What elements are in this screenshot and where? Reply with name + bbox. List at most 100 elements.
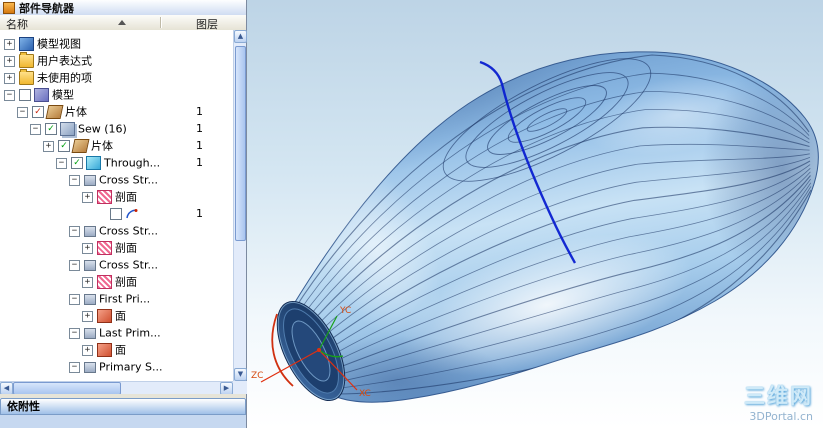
expand-toggle-icon[interactable]: + bbox=[82, 344, 93, 356]
horizontal-scrollbar[interactable]: ◀ ▶ bbox=[0, 381, 233, 395]
sort-arrow-icon bbox=[118, 20, 126, 25]
tree-item-label: Cross Str... bbox=[99, 224, 158, 238]
surface-icon bbox=[86, 156, 101, 170]
tree-row[interactable]: + ✓ 片体 1 bbox=[0, 137, 233, 154]
horizontal-scroll-track[interactable] bbox=[121, 382, 220, 394]
column-divider[interactable] bbox=[160, 17, 161, 28]
dependencies-section-header[interactable]: 依附性 bbox=[0, 398, 246, 415]
tree-row[interactable]: + 剖面 bbox=[0, 273, 233, 290]
face-icon bbox=[97, 343, 112, 357]
tree-item-label: 剖面 bbox=[115, 190, 137, 204]
expand-toggle-icon[interactable]: + bbox=[4, 38, 15, 50]
expand-toggle-icon[interactable]: + bbox=[82, 276, 93, 288]
collapse-toggle-icon[interactable]: − bbox=[69, 327, 80, 339]
scrollbar-corner bbox=[233, 381, 247, 394]
tree-item-label: 片体 bbox=[91, 139, 113, 153]
scroll-up-icon[interactable]: ▲ bbox=[234, 30, 247, 43]
tree-item-label: Primary S... bbox=[99, 360, 163, 374]
collapse-toggle-icon[interactable]: − bbox=[69, 259, 80, 271]
layer-value: 1 bbox=[196, 122, 203, 135]
model-icon bbox=[34, 88, 49, 102]
tree-row[interactable]: − 模型 bbox=[0, 86, 233, 103]
tree-row[interactable]: + 剖面 bbox=[0, 239, 233, 256]
tree-row[interactable]: − Cross Str... bbox=[0, 256, 233, 273]
tree-row[interactable]: − Primary S... bbox=[0, 358, 233, 375]
tree-row[interactable]: − ✓ 片体 1 bbox=[0, 103, 233, 120]
tree-row[interactable]: − First Pri... bbox=[0, 290, 233, 307]
collapse-toggle-icon[interactable]: − bbox=[17, 106, 28, 118]
tree-row[interactable]: − Cross Str... bbox=[0, 171, 233, 188]
tree-row[interactable]: + 模型视图 bbox=[0, 35, 233, 52]
tree-row[interactable]: + 未使用的项 bbox=[0, 69, 233, 86]
axis-label-yc: YC bbox=[339, 306, 351, 316]
tree-item-label: 模型 bbox=[52, 88, 74, 102]
visibility-checkbox[interactable]: ✓ bbox=[58, 140, 70, 152]
tree-item-label: Cross Str... bbox=[99, 173, 158, 187]
collapse-toggle-icon[interactable]: − bbox=[30, 123, 41, 135]
collapse-toggle-icon[interactable]: − bbox=[69, 293, 80, 305]
sew-icon bbox=[60, 122, 75, 136]
feature-tree[interactable]: + 模型视图 + 用户表达式 + 未使用的项 − 模型 − ✓ 片体 1− ✓ Sew (16) 1 + ✓ 片体… bbox=[0, 30, 233, 381]
face-icon bbox=[97, 309, 112, 323]
axis-label-xc: XC bbox=[359, 389, 371, 399]
group-icon bbox=[84, 174, 96, 186]
expand-toggle-icon[interactable]: + bbox=[82, 191, 93, 203]
panel-title-bar[interactable]: 部件导航器 bbox=[0, 0, 246, 16]
vertical-scroll-thumb[interactable] bbox=[235, 46, 246, 241]
tree-item-label: 面 bbox=[115, 309, 126, 323]
tree-item-label: Cross Str... bbox=[99, 258, 158, 272]
vertical-scrollbar[interactable]: ▲ ▼ bbox=[233, 30, 247, 381]
group-icon bbox=[84, 327, 96, 339]
visibility-checkbox[interactable] bbox=[19, 89, 31, 101]
tree-item-label: 剖面 bbox=[115, 241, 137, 255]
group-icon bbox=[84, 293, 96, 305]
tree-row[interactable]: − ✓ Sew (16) 1 bbox=[0, 120, 233, 137]
collapse-toggle-icon[interactable]: − bbox=[69, 174, 80, 186]
expand-toggle-icon[interactable]: + bbox=[82, 242, 93, 254]
group-icon bbox=[84, 361, 96, 373]
tree-row[interactable]: + 面 bbox=[0, 307, 233, 324]
section-icon bbox=[97, 275, 112, 289]
dependencies-section-body bbox=[0, 415, 246, 428]
tree-row[interactable]: + 剖面 bbox=[0, 188, 233, 205]
section-icon bbox=[97, 241, 112, 255]
model-views-icon bbox=[19, 37, 34, 51]
sheet-icon bbox=[45, 105, 64, 119]
visibility-checkbox[interactable]: ✓ bbox=[71, 157, 83, 169]
tree-row[interactable]: + 用户表达式 bbox=[0, 52, 233, 69]
layer-value: 1 bbox=[196, 105, 203, 118]
expand-toggle-icon[interactable]: + bbox=[4, 55, 15, 67]
graphics-viewport[interactable]: ZC XC YC 三维网 3DPortal.cn bbox=[247, 0, 823, 428]
collapse-toggle-icon[interactable]: − bbox=[69, 225, 80, 237]
expand-toggle-icon[interactable]: + bbox=[43, 140, 54, 152]
tree-item-label: 用户表达式 bbox=[37, 54, 92, 68]
tree-item-label: 剖面 bbox=[115, 275, 137, 289]
tree-item-label: 未使用的项 bbox=[37, 71, 92, 85]
layer-value: 1 bbox=[196, 207, 203, 220]
tree-column-header[interactable]: 名称 图层 bbox=[0, 15, 246, 31]
visibility-checkbox[interactable] bbox=[110, 208, 122, 220]
layer-value: 1 bbox=[196, 156, 203, 169]
group-icon bbox=[84, 225, 96, 237]
tree-row[interactable]: − Cross Str... bbox=[0, 222, 233, 239]
tree-item-label: First Pri... bbox=[99, 292, 151, 306]
collapse-toggle-icon[interactable]: − bbox=[4, 89, 15, 101]
tree-row[interactable]: − ✓ Through... 1 bbox=[0, 154, 233, 171]
axis-label-zc: ZC bbox=[251, 371, 263, 381]
collapse-toggle-icon[interactable]: − bbox=[56, 157, 67, 169]
visibility-checkbox[interactable]: ✓ bbox=[45, 123, 57, 135]
tree-item-label: 模型视图 bbox=[37, 37, 81, 51]
tree-item-label: 片体 bbox=[65, 105, 87, 119]
collapse-toggle-icon[interactable]: − bbox=[69, 361, 80, 373]
part-navigator-icon bbox=[3, 1, 15, 14]
tree-row[interactable]: + 面 bbox=[0, 341, 233, 358]
expand-toggle-icon[interactable]: + bbox=[4, 72, 15, 84]
visibility-checkbox[interactable]: ✓ bbox=[32, 106, 44, 118]
scroll-down-icon[interactable]: ▼ bbox=[234, 368, 247, 381]
expand-toggle-icon[interactable]: + bbox=[82, 310, 93, 322]
model-3d-surface: ZC XC YC bbox=[251, 51, 819, 403]
tree-row[interactable]: − Last Prim... bbox=[0, 324, 233, 341]
tree-item-label: Sew (16) bbox=[78, 122, 127, 136]
tree-row[interactable]: 1 bbox=[0, 205, 233, 222]
